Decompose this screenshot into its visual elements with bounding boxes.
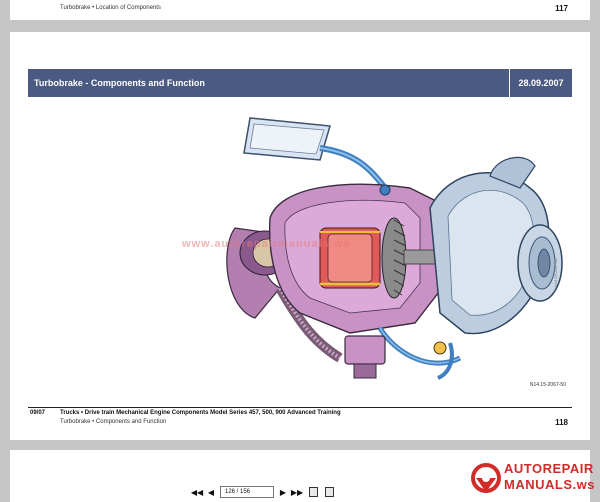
last-page-button[interactable]: ▶▶: [291, 486, 303, 498]
logo-emblem-icon: [471, 463, 501, 493]
page-date: 28.09.2007: [518, 78, 564, 88]
footer-date-code: 09/07: [30, 410, 46, 416]
next-page-button[interactable]: ▶: [278, 486, 288, 498]
footer-divider: [28, 407, 572, 408]
figure-side-code: N14.15-2067-00: [553, 258, 558, 287]
fit-page-icon[interactable]: [325, 487, 334, 497]
logo-line-2: MANUALS.ws: [504, 477, 595, 492]
figure-reference: N14.15-2067-50: [529, 382, 566, 388]
autorepair-logo: AUTOREPAIR MANUALS.ws: [470, 458, 598, 500]
current-page: Turbobrake - Components and Function 28.…: [10, 32, 590, 440]
previous-page-number: 117: [555, 4, 568, 13]
copy-icon[interactable]: [309, 487, 318, 497]
page-number-field[interactable]: 126 / 156: [220, 486, 274, 498]
turbocharger-illustration: [226, 117, 563, 380]
viewer-toolbar: ◀◀ ◀ 126 / 156 ▶ ▶▶: [191, 484, 334, 500]
footer-course-title: Trucks • Drive train Mechanical Engine C…: [60, 410, 341, 416]
previous-page-button[interactable]: ◀: [206, 486, 216, 498]
page-title-bar: Turbobrake - Components and Function 28.…: [28, 69, 572, 97]
footer-topic: Turbobrake • Components and Function: [60, 419, 167, 425]
first-page-button[interactable]: ◀◀: [191, 486, 203, 498]
watermark-text: www.autorepairmanuals.ws: [182, 238, 351, 250]
previous-page-footer-title: Turbobrake • Location of Components: [60, 5, 161, 11]
previous-page: Turbobrake • Location of Components 117: [10, 0, 590, 20]
page-number: 118: [555, 418, 568, 427]
page-title: Turbobrake - Components and Function: [34, 78, 205, 88]
logo-line-1: AUTOREPAIR: [504, 461, 594, 476]
